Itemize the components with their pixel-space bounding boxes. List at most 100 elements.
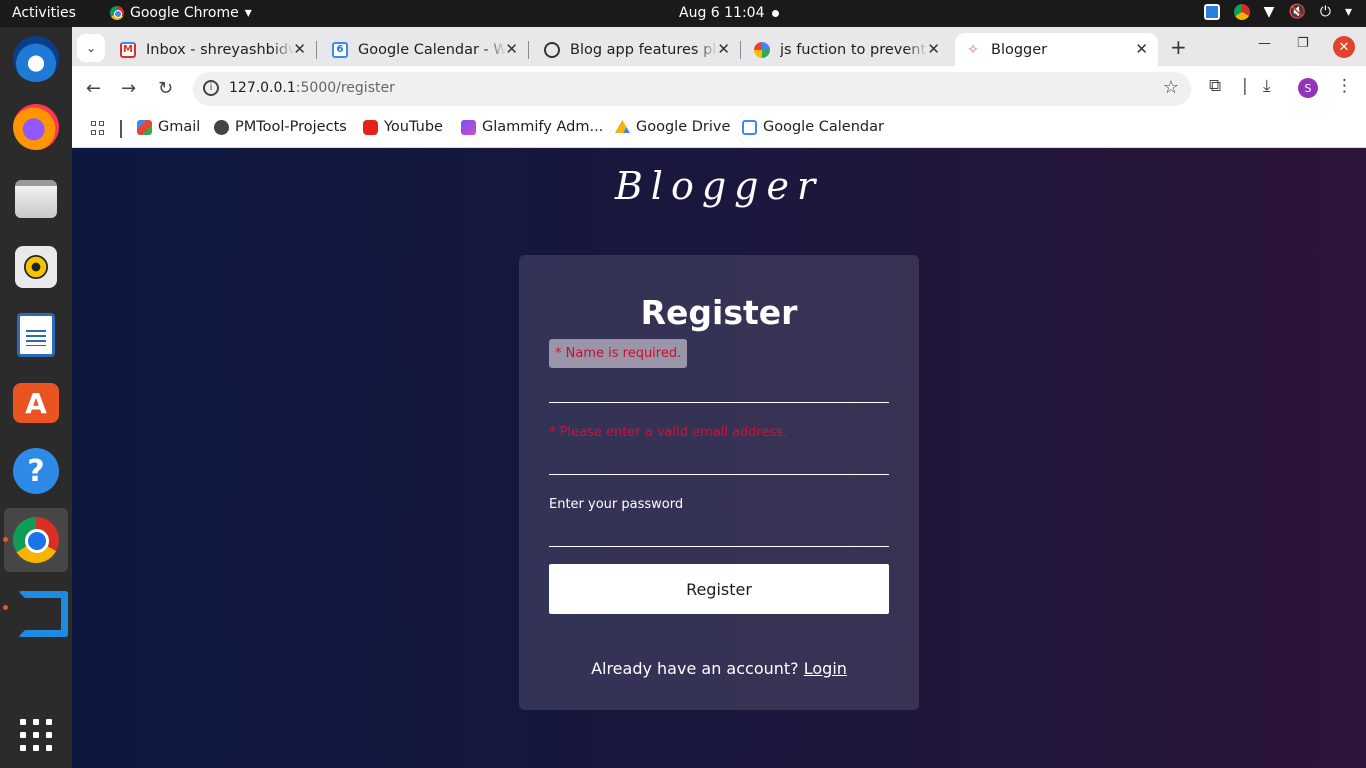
tray-app-icon[interactable] — [1203, 4, 1220, 20]
apps-grid-icon[interactable] — [91, 121, 105, 135]
bookmark-label: Glammify Adm... — [482, 119, 604, 135]
close-tab-icon[interactable]: ✕ — [927, 40, 940, 58]
notification-dot — [772, 10, 779, 17]
gmail-icon: M — [120, 41, 136, 58]
calendar-icon — [742, 119, 757, 135]
page-viewport: Blogger Register * Name is required. * P… — [72, 148, 1366, 768]
clock[interactable]: Aug 6 11:04 — [679, 5, 765, 21]
password-field[interactable] — [549, 517, 889, 547]
address-bar[interactable]: i 127.0.0.1:5000/register ☆ — [193, 72, 1191, 106]
tab-strip: ⌄ M Inbox - shreyashbidwai ✕ 6 Google Ca… — [72, 27, 1366, 66]
site-brand[interactable]: Blogger — [72, 164, 1366, 208]
register-button[interactable]: Register — [549, 564, 889, 614]
browser-toolbar: ← → ↻ i 127.0.0.1:5000/register ☆ ⧉ | ⤓ … — [72, 66, 1366, 111]
app-menu[interactable]: Google Chrome ▾ — [110, 5, 252, 21]
show-apps-icon[interactable] — [12, 711, 60, 759]
app-center-icon[interactable]: A — [12, 379, 60, 427]
tab-search-button[interactable]: ⌄ — [77, 34, 105, 62]
running-indicator — [3, 605, 8, 610]
url-text[interactable]: 127.0.0.1:5000/register — [229, 80, 395, 96]
power-icon[interactable]: ⏻ — [1320, 4, 1331, 20]
bookmark-pmtool[interactable]: PMTool-Projects — [214, 119, 347, 135]
tab-title: js fuction to prevent — [780, 41, 927, 58]
bookmark-glammify[interactable]: Glammify Adm... — [461, 119, 603, 135]
tab-js-function[interactable]: js fuction to prevent ✕ — [744, 33, 950, 66]
files-icon[interactable] — [12, 175, 60, 223]
extensions-icon[interactable]: ⧉ — [1209, 76, 1221, 96]
tab-blog-features[interactable]: Blog app features pl ✕ — [534, 33, 741, 66]
tab-title: Inbox - shreyashbidwai — [146, 41, 294, 58]
tab-separator — [528, 41, 529, 59]
bookmarks-separator — [120, 120, 122, 138]
libreoffice-writer-icon[interactable] — [12, 311, 60, 359]
forward-icon[interactable]: → — [121, 78, 136, 99]
google-icon — [754, 41, 770, 58]
thunderbird-icon[interactable] — [12, 35, 60, 83]
gmail-icon — [137, 119, 152, 135]
close-window-icon[interactable]: ✕ — [1333, 36, 1355, 58]
back-icon[interactable]: ← — [86, 78, 101, 99]
bookmark-label: Google Calendar — [763, 119, 884, 135]
activities-button[interactable]: Activities — [12, 5, 76, 21]
youtube-icon — [363, 119, 378, 135]
running-indicator — [3, 537, 8, 542]
bookmark-label: YouTube — [384, 119, 443, 135]
close-tab-icon[interactable]: ✕ — [293, 40, 306, 58]
bookmark-gmail[interactable]: Gmail — [137, 119, 200, 135]
firefox-icon[interactable] — [12, 103, 60, 151]
maximize-icon[interactable]: ❐ — [1297, 36, 1309, 51]
bookmark-label: PMTool-Projects — [235, 119, 347, 135]
kebab-menu-icon[interactable]: ⋮ — [1336, 76, 1353, 96]
site-info-icon[interactable]: i — [203, 80, 219, 96]
bookmarks-bar: Gmail PMTool-Projects YouTube Glammify A… — [72, 111, 1366, 148]
new-tab-button[interactable]: + — [1170, 35, 1187, 59]
chrome-icon[interactable] — [4, 508, 68, 572]
bookmark-star-icon[interactable]: ☆ — [1163, 77, 1179, 98]
minimize-icon[interactable]: — — [1258, 36, 1271, 51]
chatgpt-icon — [544, 41, 560, 58]
system-tray[interactable]: ▼ 🔇 ⏻ ▾ — [1203, 4, 1352, 20]
login-prompt: Already have an account? Login — [519, 659, 919, 678]
wifi-icon[interactable]: ▼ — [1264, 4, 1275, 20]
email-error-message: * Please enter a valid email address. — [549, 425, 788, 440]
login-link[interactable]: Login — [804, 659, 847, 678]
url-host: 127.0.0.1 — [229, 80, 296, 96]
tray-chrome-icon[interactable] — [1233, 4, 1250, 20]
bookmark-youtube[interactable]: YouTube — [363, 119, 443, 135]
rhythmbox-icon[interactable] — [12, 243, 60, 291]
downloads-icon[interactable]: ⤓ — [1263, 76, 1271, 96]
calendar-icon: 6 — [332, 41, 348, 58]
tab-separator — [740, 41, 741, 59]
tab-inbox[interactable]: M Inbox - shreyashbidwai ✕ — [110, 33, 317, 66]
help-icon[interactable]: ? — [12, 447, 60, 495]
vscode-icon[interactable] — [12, 583, 60, 631]
page-title: Register — [640, 293, 798, 332]
chevron-down-icon[interactable]: ▾ — [1345, 4, 1352, 20]
bookmark-calendar[interactable]: Google Calendar — [742, 119, 884, 135]
close-tab-icon[interactable]: ✕ — [505, 40, 518, 58]
toolbar-divider: | — [1242, 76, 1248, 96]
tab-blogger[interactable]: ✧ Blogger ✕ — [955, 33, 1158, 66]
bookmark-drive[interactable]: Google Drive — [615, 119, 730, 135]
login-prompt-text: Already have an account? — [591, 659, 799, 678]
profile-avatar[interactable]: S — [1298, 78, 1318, 98]
reload-icon[interactable]: ↻ — [158, 78, 173, 99]
close-tab-icon[interactable]: ✕ — [717, 40, 730, 58]
tab-title: Google Calendar - Week — [358, 41, 506, 58]
system-top-bar: Activities Google Chrome ▾ Aug 6 11:04 ▼… — [0, 0, 1366, 27]
dock: A ? — [0, 27, 72, 768]
tab-calendar[interactable]: 6 Google Calendar - Week ✕ — [322, 33, 529, 66]
chrome-window: ⌄ M Inbox - shreyashbidwai ✕ 6 Google Ca… — [72, 27, 1366, 768]
name-field[interactable] — [549, 373, 889, 403]
chrome-app-icon — [110, 6, 124, 20]
google-drive-icon — [615, 120, 630, 133]
app-menu-label: Google Chrome — [130, 5, 239, 21]
url-path: :5000/register — [295, 80, 395, 96]
email-field[interactable] — [549, 445, 889, 475]
blogger-icon: ✧ — [967, 41, 979, 58]
volume-icon[interactable]: 🔇 — [1288, 4, 1305, 20]
password-label: Enter your password — [549, 497, 684, 512]
bookmark-label: Gmail — [158, 119, 201, 135]
close-tab-icon[interactable]: ✕ — [1135, 40, 1148, 58]
caret-down-icon: ▾ — [244, 5, 252, 21]
